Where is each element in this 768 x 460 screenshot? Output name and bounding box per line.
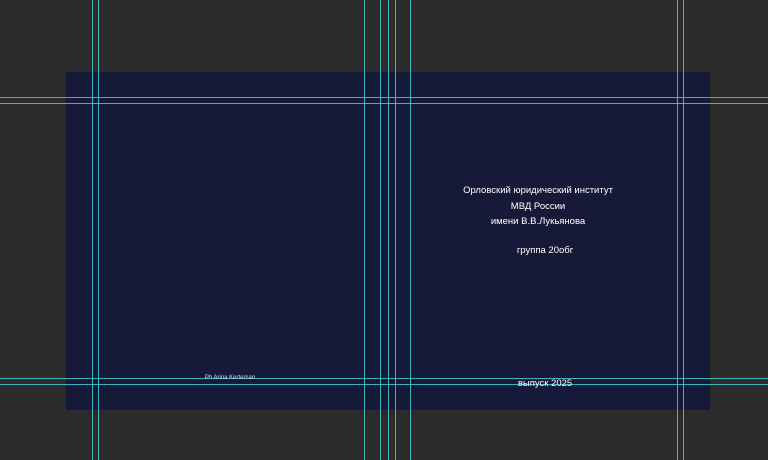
guide-vertical[interactable] [98,0,99,460]
guide-horizontal[interactable] [0,378,768,379]
guide-vertical[interactable] [683,0,684,460]
institute-name-line-2[interactable]: МВД России [440,201,636,212]
guide-vertical[interactable] [92,0,93,460]
issue-year-label[interactable]: выпуск 2025 [490,378,600,389]
guide-horizontal[interactable] [0,384,768,385]
guide-vertical[interactable] [395,0,396,460]
institute-name-line-3[interactable]: имени В.В.Лукьянова [440,216,636,227]
guide-vertical[interactable] [388,0,389,460]
guide-horizontal[interactable] [0,103,768,104]
guide-vertical[interactable] [677,0,678,460]
layout-canvas: Орловский юридический институт МВД Росси… [0,0,768,460]
institute-name-line-1[interactable]: Орловский юридический институт [440,185,636,196]
guide-vertical[interactable] [364,0,365,460]
guide-horizontal[interactable] [0,97,768,98]
guide-vertical[interactable] [380,0,381,460]
photographer-credit[interactable]: Ph Arina Kerteman [170,375,290,381]
guide-vertical[interactable] [410,0,411,460]
group-label[interactable]: группа 20обг [480,245,610,256]
